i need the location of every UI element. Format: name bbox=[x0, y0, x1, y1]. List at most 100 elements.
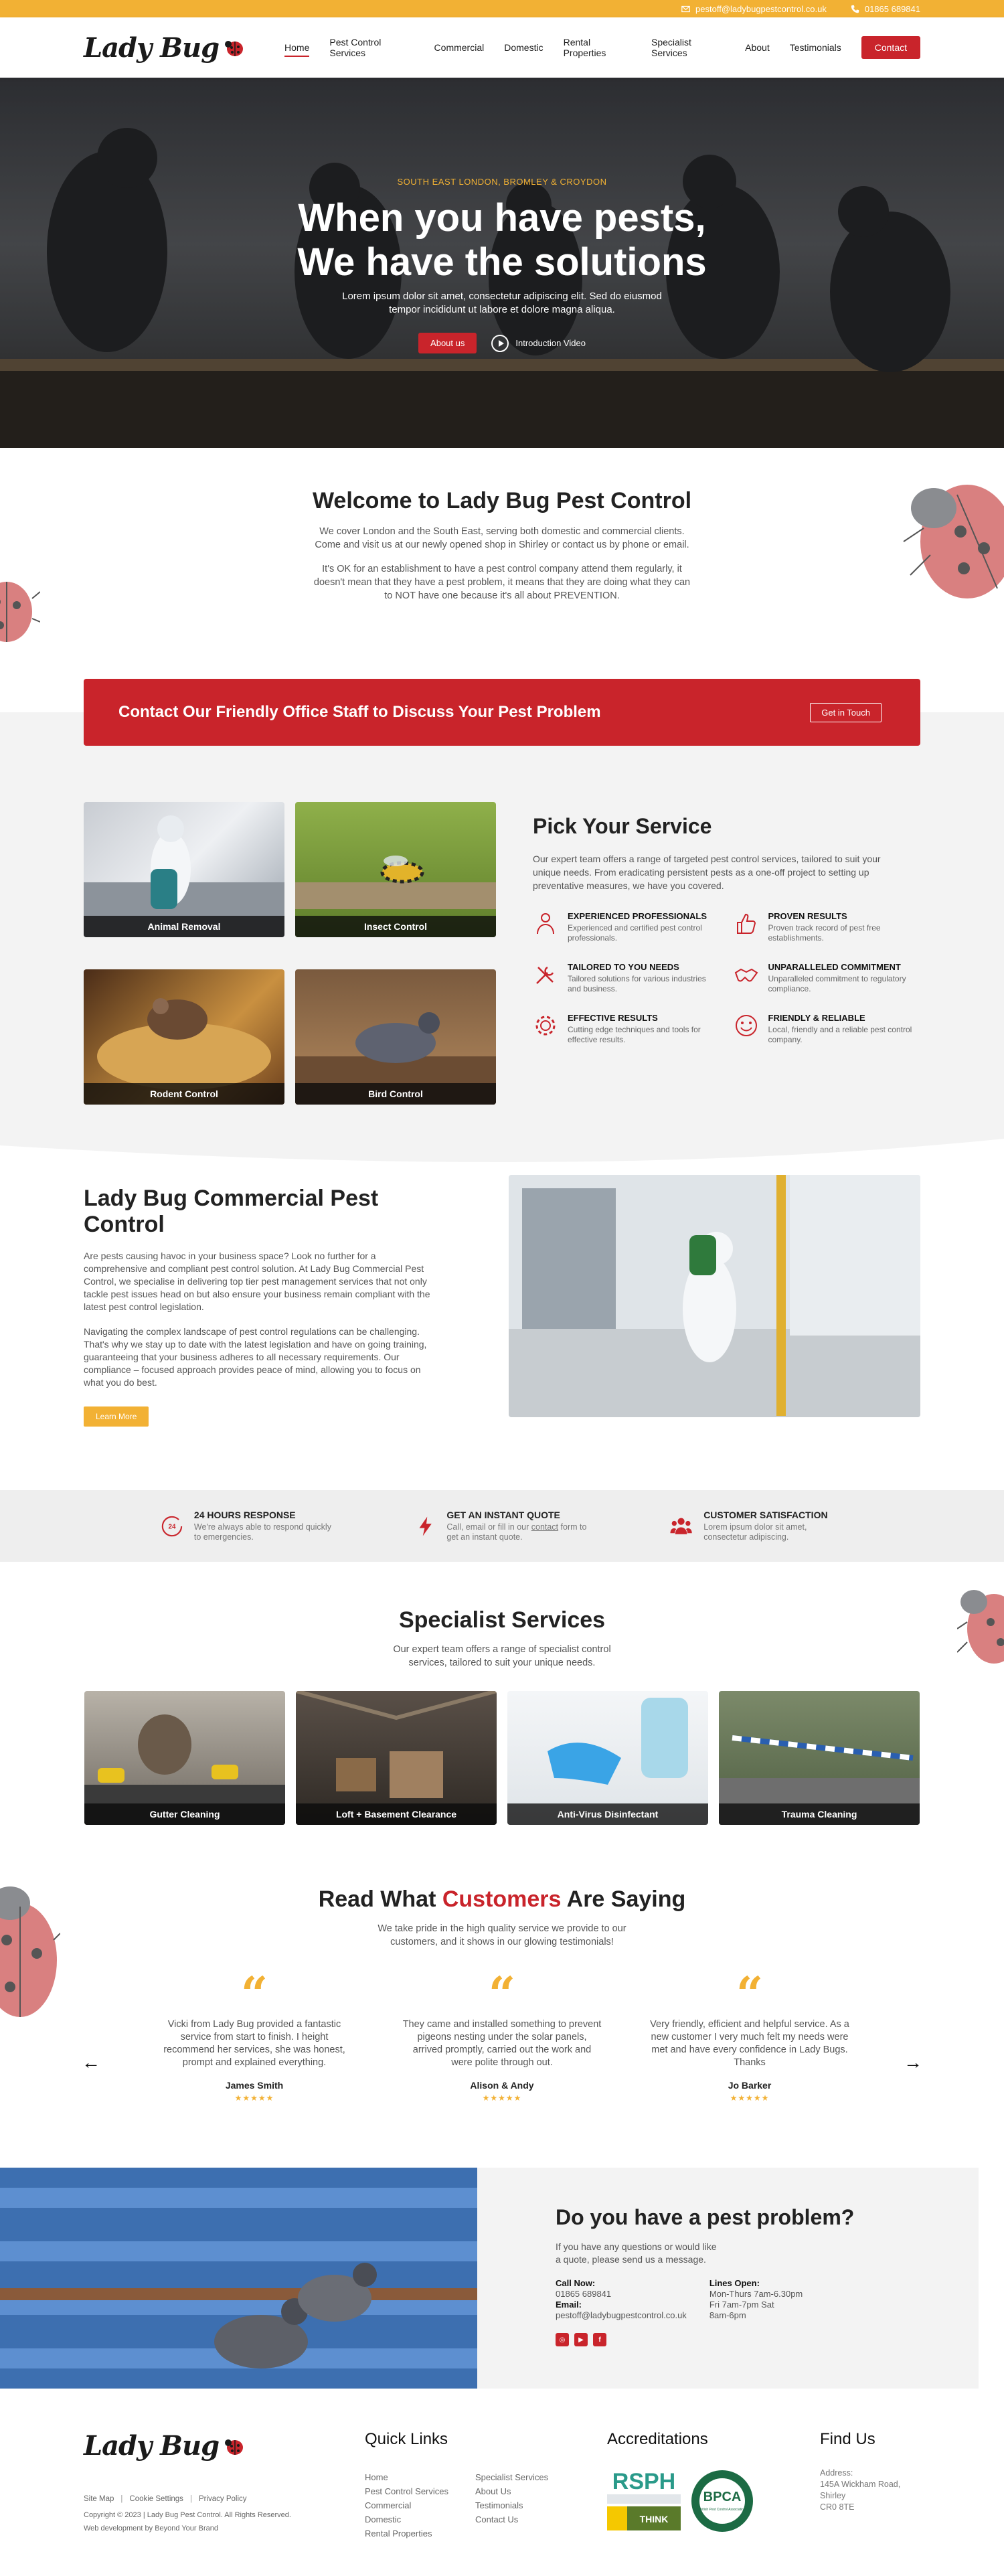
tile-label: Anti-Virus Disinfectant bbox=[507, 1803, 708, 1825]
topbar-email-link[interactable]: pestoff@ladybugpestcontrol.co.uk bbox=[695, 4, 827, 14]
testimonial-name: James Smith bbox=[225, 2080, 284, 2091]
commercial-section: Lady Bug Commercial Pest Control Are pes… bbox=[0, 1125, 1004, 1490]
feature-desc: Experienced and certified pest control p… bbox=[568, 923, 702, 943]
bpca-logo: BPCA British Pest Control Association bbox=[691, 2470, 753, 2532]
testimonial-name: Alison & Andy bbox=[470, 2080, 534, 2091]
get-in-touch-button[interactable]: Get in Touch bbox=[810, 702, 882, 722]
footer-link-contact-us[interactable]: Contact Us bbox=[475, 2514, 518, 2524]
contact-title: Do you have a pest problem? bbox=[556, 2205, 855, 2229]
stat-title: GET AN INSTANT QUOTE bbox=[446, 1510, 560, 1520]
footer-logo[interactable]: Lady Bug bbox=[84, 2430, 284, 2462]
call-value[interactable]: 01865 689841 bbox=[556, 2289, 611, 2299]
specialist-tiles: Gutter Cleaning Loft + Basement Clearanc… bbox=[0, 1691, 1004, 1825]
tile-anti-virus-disinfectant[interactable]: Anti-Virus Disinfectant bbox=[507, 1691, 708, 1825]
ladybug-decoration-icon bbox=[957, 1590, 1004, 1664]
topbar-phone-link[interactable]: 01865 689841 bbox=[865, 4, 920, 14]
footer-link-rental-properties[interactable]: Rental Properties bbox=[365, 2528, 432, 2539]
arrow-left-icon[interactable]: ← bbox=[82, 2052, 100, 2073]
testimonial-text: Vicki from Lady Bug provided a fantastic… bbox=[163, 2019, 345, 2068]
contact-col-right: Lines Open: Mon-Thurs 7am-6.30pm Fri 7am… bbox=[709, 2278, 803, 2321]
arrow-right-icon[interactable]: → bbox=[904, 2052, 922, 2073]
feature-title: FRIENDLY & RELIABLE bbox=[768, 1013, 865, 1023]
nav-item-pest-control-services[interactable]: Pest Control Services bbox=[329, 33, 414, 62]
intro-video-link[interactable]: Introduction Video bbox=[491, 334, 586, 352]
nav-item-testimonials[interactable]: Testimonials bbox=[790, 38, 841, 57]
services-section: Animal Removal Insect Control Rodent Con… bbox=[0, 746, 1004, 1125]
feature-item: EFFECTIVE RESULTS Cutting edge techniques… bbox=[533, 1013, 720, 1045]
topbar-phone[interactable]: 01865 689841 bbox=[851, 4, 920, 14]
hero-title-line-2: We have the solutions bbox=[297, 240, 707, 284]
facebook-icon[interactable]: f bbox=[593, 2333, 606, 2346]
quote-icon: “ bbox=[736, 1966, 764, 2022]
logo-text: Lady Bug bbox=[84, 2430, 220, 2462]
footer: Lady Bug Site Map | Cookie Settings | Priv… bbox=[0, 2389, 1004, 2576]
cta-wrapper: Contact Our Friendly Office Staff to Dis… bbox=[0, 679, 1004, 746]
tile-animal-removal[interactable]: Animal Removal bbox=[84, 802, 284, 937]
ladybug-logo-icon bbox=[225, 41, 244, 56]
tile-label: Loft + Basement Clearance bbox=[296, 1803, 497, 1825]
quick-links: Home Pest Control Services Commercial Do… bbox=[365, 2470, 607, 2541]
features-grid: EXPERIENCED PROFESSIONALS Experienced and… bbox=[533, 911, 920, 1045]
find-us-title: Find Us bbox=[820, 2430, 875, 2448]
bpca-text: BPCA bbox=[703, 2490, 742, 2504]
site-map-link[interactable]: Site Map bbox=[84, 2495, 114, 2503]
footer-link-domestic[interactable]: Domestic bbox=[365, 2514, 401, 2524]
hero-section: SOUTH EAST LONDON, BROMLEY & CROYDON Whe… bbox=[0, 78, 1004, 448]
nav-item-specialist-services[interactable]: Specialist Services bbox=[651, 33, 725, 62]
nav-item-about[interactable]: About bbox=[745, 38, 770, 57]
tile-bird-control[interactable]: Bird Control bbox=[295, 969, 496, 1105]
nav-item-domestic[interactable]: Domestic bbox=[504, 38, 543, 57]
tile-label: Insect Control bbox=[295, 916, 496, 937]
testimonials-title-highlight: Customers bbox=[442, 1886, 562, 1912]
star-rating: ★★★★★ bbox=[234, 2093, 274, 2103]
youtube-icon[interactable]: ▶ bbox=[574, 2333, 588, 2346]
commercial-text: Lady Bug Commercial Pest Control Are pes… bbox=[84, 1175, 432, 1427]
call-label: Call Now: bbox=[556, 2278, 596, 2288]
nav-item-home[interactable]: Home bbox=[284, 38, 310, 57]
topbar-email[interactable]: pestoff@ladybugpestcontrol.co.uk bbox=[681, 4, 827, 14]
tile-trauma-cleaning[interactable]: Trauma Cleaning bbox=[719, 1691, 920, 1825]
social-links: ◎ ▶ f bbox=[556, 2333, 979, 2346]
contact-button[interactable]: Contact bbox=[861, 36, 920, 59]
stat-desc: Lorem ipsum dolor sit amet, consectetur … bbox=[703, 1522, 807, 1542]
logo-text: Lady Bug bbox=[84, 31, 220, 64]
tile-rodent-control[interactable]: Rodent Control bbox=[84, 969, 284, 1105]
nav-items: Home Pest Control Services Commercial Do… bbox=[284, 33, 920, 62]
cta-band: Contact Our Friendly Office Staff to Dis… bbox=[84, 679, 920, 746]
nav-item-commercial[interactable]: Commercial bbox=[434, 38, 485, 57]
privacy-policy-link[interactable]: Privacy Policy bbox=[199, 2495, 247, 2503]
footer-address: Address: 145A Wickham Road, Shirley CR0 … bbox=[820, 2468, 920, 2513]
hours-line-3: 8am-6pm bbox=[709, 2310, 746, 2320]
pick-your-service: Pick Your Service Our expert team offers… bbox=[533, 802, 920, 1125]
welcome-paragraph-1: We cover London and the South East, serv… bbox=[315, 526, 689, 550]
testimonial-name: Jo Barker bbox=[728, 2080, 772, 2091]
footer-link-specialist-services[interactable]: Specialist Services bbox=[475, 2472, 548, 2482]
footer-link-commercial[interactable]: Commercial bbox=[365, 2500, 411, 2510]
cookie-settings-link[interactable]: Cookie Settings bbox=[129, 2495, 183, 2503]
stat-item: 24 24 HOURS RESPONSE We're always able to… bbox=[161, 1510, 335, 1542]
testimonials-section: Read What Customers Are Saying We take p… bbox=[0, 1866, 1004, 2168]
tile-gutter-cleaning[interactable]: Gutter Cleaning bbox=[84, 1691, 285, 1825]
footer-link-pest-control-services[interactable]: Pest Control Services bbox=[365, 2486, 448, 2496]
copyright-text: Copyright © 2023 | Lady Bug Pest Control… bbox=[84, 2511, 291, 2519]
pick-service-title: Pick Your Service bbox=[533, 814, 712, 838]
feature-desc: Proven track record of pest free establi… bbox=[768, 923, 881, 943]
tile-loft-basement-clearance[interactable]: Loft + Basement Clearance bbox=[296, 1691, 497, 1825]
testimonial-card: “ Very friendly, efficient and helpful s… bbox=[649, 1966, 850, 2103]
smile-icon bbox=[735, 1015, 757, 1036]
tile-insect-control[interactable]: Insect Control bbox=[295, 802, 496, 937]
footer-link-about-us[interactable]: About Us bbox=[475, 2486, 511, 2496]
logo[interactable]: Lady Bug bbox=[84, 32, 284, 64]
feature-desc: Unparalleled commitment to regulatory co… bbox=[768, 974, 906, 993]
footer-link-home[interactable]: Home bbox=[365, 2472, 388, 2482]
learn-more-button[interactable]: Learn More bbox=[84, 1406, 149, 1427]
footer-link-testimonials[interactable]: Testimonials bbox=[475, 2500, 523, 2510]
instagram-icon[interactable]: ◎ bbox=[556, 2333, 569, 2346]
contact-form-link[interactable]: contact bbox=[531, 1522, 558, 1532]
nav-item-rental-properties[interactable]: Rental Properties bbox=[564, 33, 631, 62]
commercial-title: Lady Bug Commercial Pest Control bbox=[84, 1186, 379, 1237]
about-us-button[interactable]: About us bbox=[418, 333, 477, 353]
hero-ctas: About us Introduction Video bbox=[0, 333, 1004, 353]
cta-text: Contact Our Friendly Office Staff to Dis… bbox=[118, 703, 601, 721]
email-value[interactable]: pestoff@ladybugpestcontrol.co.uk bbox=[556, 2310, 687, 2320]
